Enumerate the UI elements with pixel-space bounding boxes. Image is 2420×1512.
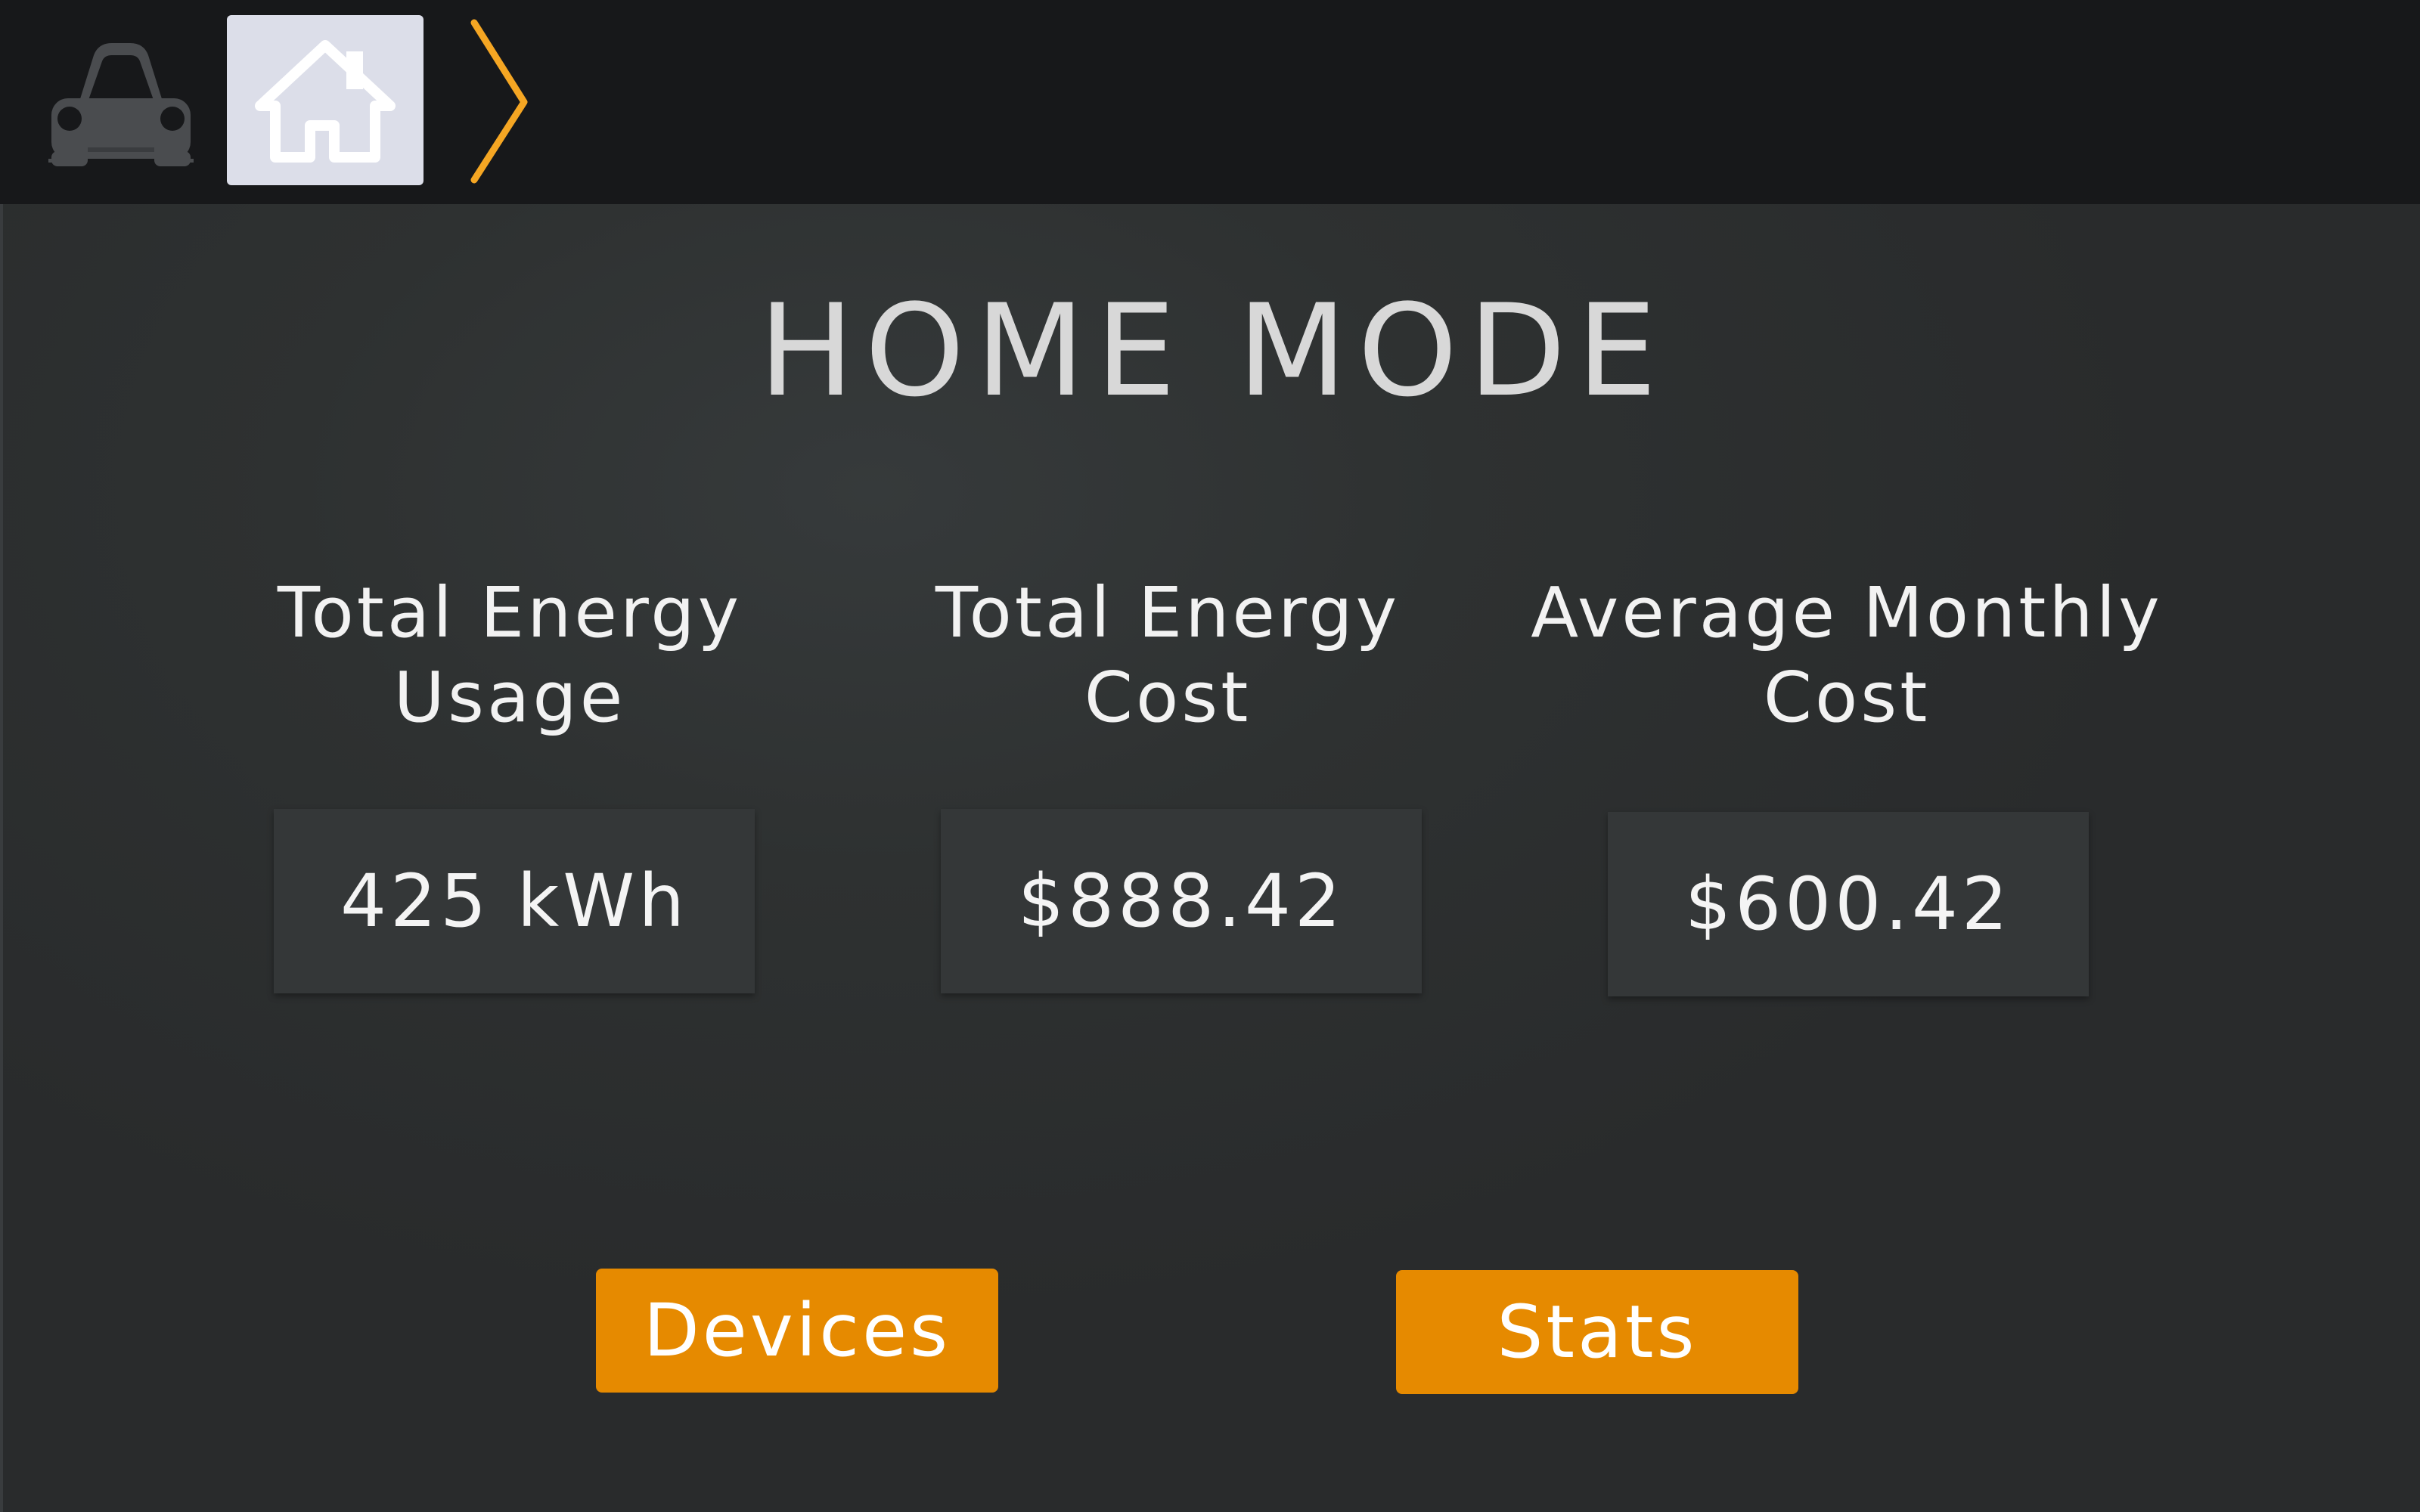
stat-label-line1: Total Energy	[935, 572, 1401, 653]
stat-label-line2: Cost	[1763, 657, 1931, 738]
top-nav-bar	[0, 0, 2420, 204]
chevron-right-icon[interactable]	[465, 15, 541, 189]
energy-cost-value-text: $888.42	[1018, 859, 1345, 943]
devices-button[interactable]: Devices	[596, 1269, 998, 1393]
page-title: HOME MODE	[759, 277, 1668, 425]
energy-usage-value-text: 425 kWh	[340, 859, 689, 943]
average-monthly-cost-value-text: $600.42	[1685, 862, 2012, 947]
stat-label-energy-cost: Total Energy Cost	[797, 571, 1538, 740]
home-mode-tab[interactable]	[227, 15, 424, 185]
home-icon	[255, 40, 396, 163]
stat-label-average-monthly-cost: Average Monthly Cost	[1476, 571, 2217, 740]
stats-button[interactable]: Stats	[1396, 1270, 1798, 1394]
average-monthly-cost-value: $600.42	[1608, 812, 2089, 996]
energy-cost-value: $888.42	[941, 809, 1422, 993]
stat-label-energy-usage: Total Energy Usage	[139, 571, 880, 740]
stat-label-line2: Usage	[393, 657, 626, 738]
stat-label-line2: Cost	[1084, 657, 1252, 738]
stat-label-line1: Average Monthly	[1531, 572, 2163, 653]
home-mode-panel: HOME MODE Total Energy Usage 425 kWh Tot…	[0, 204, 2420, 1512]
car-icon[interactable]	[45, 34, 197, 166]
energy-usage-value: 425 kWh	[274, 809, 755, 993]
stat-label-line1: Total Energy	[277, 572, 743, 653]
